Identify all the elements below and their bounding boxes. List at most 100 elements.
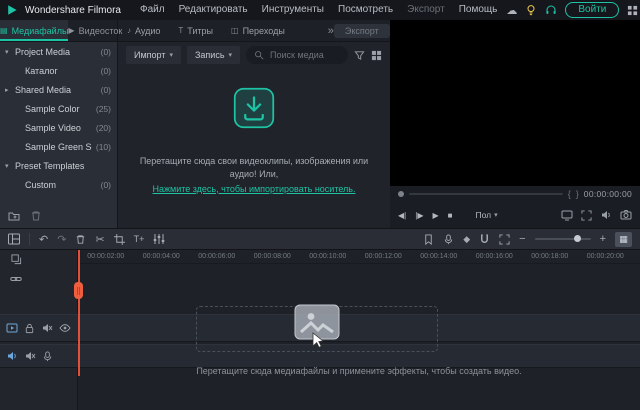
tab-label: Переходы — [243, 26, 285, 36]
import-button[interactable]: Импорт ▾ — [126, 46, 181, 64]
split-scissors-button[interactable]: ✂ — [95, 233, 104, 246]
prev-frame-button[interactable]: ◀| — [398, 211, 406, 220]
sidebar-item[interactable]: ▾ Project Media (0) — [0, 42, 117, 61]
audio-mixer-button[interactable] — [153, 233, 165, 245]
menu-item[interactable]: Редактировать — [172, 0, 255, 20]
crop-button[interactable] — [114, 234, 125, 245]
import-media-icon[interactable] — [233, 87, 275, 129]
import-media-link[interactable]: Нажмите здесь, чтобы импортировать носит… — [152, 184, 355, 194]
sidebar-item[interactable]: Sample Video (20) — [0, 118, 117, 137]
titlebar: Wondershare Filmora Файл Редактировать И… — [0, 0, 640, 20]
new-folder-icon[interactable] — [8, 210, 20, 222]
tree-arrow-icon[interactable]: ▾ — [5, 162, 15, 170]
search-input[interactable] — [268, 49, 338, 61]
ruler-label: 00:00:02:00 — [78, 250, 134, 263]
menu-item[interactable]: Файл — [133, 0, 172, 20]
filmora-logo-icon — [6, 4, 18, 16]
tab-icon: ▤ — [0, 26, 8, 35]
timeline-toolbar-right: ◆ − + ▦ — [423, 232, 632, 247]
headset-icon[interactable] — [545, 4, 557, 16]
mark-in-icon[interactable]: { — [568, 189, 571, 199]
detach-window-icon[interactable] — [561, 209, 573, 221]
preview-controls: { } 00:00:00:00 ◀| |▶ ▶ ■ Пол ▾ — [390, 186, 640, 228]
snap-magnet-button[interactable] — [479, 234, 490, 245]
audio-track-icon — [6, 350, 18, 362]
link-clips-icon[interactable] — [10, 273, 22, 285]
library-tab[interactable]: ▶ Видеосток — [68, 20, 122, 41]
view-grid-icon[interactable] — [371, 50, 382, 61]
sidebar-item[interactable]: Sample Green Scre... (10) — [0, 137, 117, 156]
timeline-ruler[interactable]: 00:00:02:00 00:00:04:00 00:00:06:00 00:0… — [78, 250, 640, 264]
ruler-label: 00:00:06:00 — [189, 250, 245, 263]
media-toolbar: Импорт ▾ Запись ▾ — [118, 42, 390, 66]
tree-arrow-icon[interactable]: ▾ — [5, 48, 15, 56]
preview-timecode: 00:00:00:00 — [584, 189, 632, 199]
sidebar-item[interactable]: ▸ Shared Media (0) — [0, 80, 117, 99]
menu-item[interactable]: Инструменты — [255, 0, 331, 20]
video-track-icon — [6, 322, 18, 334]
sidebar-item[interactable]: Каталог (0) — [0, 61, 117, 80]
fit-dropdown[interactable]: Пол ▾ — [475, 210, 497, 220]
timeline-panel: 00:00:02:00 00:00:04:00 00:00:06:00 00:0… — [0, 250, 640, 410]
stop-button[interactable]: ■ — [448, 211, 453, 220]
zoom-out-button[interactable]: − — [519, 233, 525, 245]
menu-item[interactable]: Помощь — [452, 0, 505, 20]
panel-tab[interactable]: T Титры — [169, 20, 222, 41]
lock-track-icon[interactable] — [24, 323, 35, 334]
sidebar-item[interactable]: ▾ Preset Templates — [0, 156, 117, 175]
redo-button[interactable]: ↷ — [57, 233, 66, 246]
record-button[interactable]: Запись ▾ — [187, 46, 240, 64]
play-button[interactable]: ▶ — [432, 211, 438, 220]
workspace-layout-icon[interactable] — [8, 233, 20, 245]
scrub-bar[interactable] — [409, 193, 563, 195]
export-button[interactable]: Экспорт — [334, 24, 390, 38]
sidebar-item-count: (0) — [101, 180, 111, 190]
tree-arrow-icon[interactable]: ▸ — [5, 86, 15, 94]
video-track-header — [0, 315, 78, 341]
zoom-to-fit-button[interactable] — [499, 234, 510, 245]
record-voiceover-icon[interactable] — [42, 351, 53, 362]
add-text-button[interactable]: T+ — [134, 234, 145, 244]
apps-grid-icon[interactable] — [627, 5, 638, 16]
panel-tab[interactable]: ◫ Переходы — [222, 20, 294, 41]
cloud-icon[interactable]: ☁ — [506, 4, 517, 17]
keyframe-button[interactable]: ◆ — [463, 234, 470, 245]
mute-track-icon[interactable] — [41, 322, 53, 334]
media-drop-area[interactable]: Перетащите сюда свои видеоклипы, изображ… — [118, 66, 390, 228]
manage-tracks-icon[interactable] — [10, 254, 22, 265]
panel-tab[interactable]: ♪ Аудио — [118, 20, 169, 41]
login-button[interactable]: Войти — [565, 2, 619, 18]
menu-item[interactable]: Экспорт — [400, 0, 452, 20]
sidebar-item-label: Sample Video — [25, 123, 92, 133]
zoom-in-button[interactable]: + — [600, 233, 606, 245]
undo-button[interactable]: ↶ — [39, 233, 48, 246]
fit-label: Пол — [475, 210, 491, 220]
zoom-slider-knob[interactable] — [574, 235, 581, 242]
volume-icon[interactable] — [600, 209, 612, 221]
library-tab[interactable]: ▤ Медиафайлы — [0, 20, 68, 41]
sidebar-item[interactable]: Sample Color (25) — [0, 99, 117, 118]
playhead-grip[interactable] — [74, 282, 83, 299]
delete-folder-icon[interactable] — [30, 210, 42, 222]
voiceover-button[interactable] — [443, 234, 454, 245]
menu-item[interactable]: Посмотреть — [331, 0, 400, 20]
ruler-label: 00:00:14:00 — [411, 250, 467, 263]
storyboard-toggle-button[interactable]: ▦ — [615, 232, 632, 247]
filter-icon[interactable] — [354, 50, 365, 61]
bulb-icon[interactable] — [525, 4, 537, 16]
toggle-visibility-eye-icon[interactable] — [59, 322, 71, 334]
playhead-line[interactable] — [78, 250, 80, 376]
panel-tabs: ♪ Аудио T Титры ◫ Переходы — [118, 20, 294, 41]
zoom-slider[interactable] — [535, 238, 591, 240]
marker-button[interactable] — [423, 234, 434, 245]
media-search[interactable] — [246, 46, 348, 64]
mute-track-icon[interactable] — [24, 350, 36, 362]
sidebar-item[interactable]: Custom (0) — [0, 175, 117, 194]
delete-button[interactable] — [75, 234, 86, 245]
mark-out-icon[interactable]: } — [576, 189, 579, 199]
playhead-dot[interactable] — [398, 191, 404, 197]
snapshot-camera-icon[interactable] — [620, 209, 632, 221]
next-frame-button[interactable]: |▶ — [415, 211, 423, 220]
ruler-label: 00:00:16:00 — [467, 250, 523, 263]
fullscreen-icon[interactable] — [581, 210, 592, 221]
